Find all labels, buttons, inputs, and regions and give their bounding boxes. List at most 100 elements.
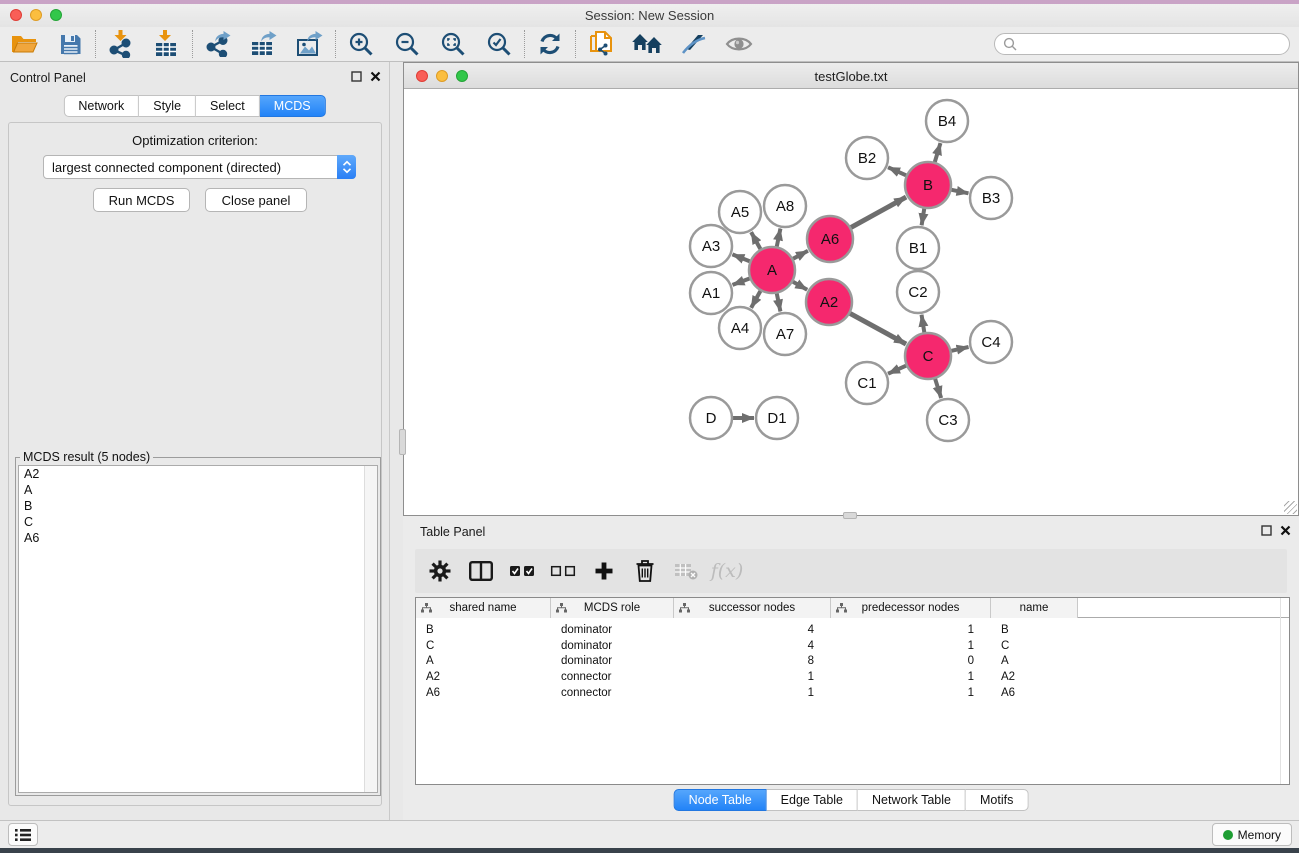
tab-select[interactable]: Select (196, 95, 260, 117)
table-cell[interactable]: 1 (831, 671, 991, 683)
table-cell[interactable]: dominator (551, 655, 674, 667)
splitter-handle-bottom[interactable] (843, 512, 857, 519)
graph-edge-C-C3[interactable] (935, 379, 941, 398)
table-cell[interactable]: A (416, 655, 551, 667)
table-cell[interactable]: connector (551, 671, 674, 683)
graph-edge-A-A4[interactable] (751, 291, 760, 308)
graph-node-C1[interactable]: C1 (846, 362, 888, 404)
close-panel-icon[interactable] (370, 71, 381, 82)
graph-node-A4[interactable]: A4 (719, 307, 761, 349)
export-image-button[interactable] (294, 29, 326, 59)
graph-node-C3[interactable]: C3 (927, 399, 969, 441)
splitter-handle-left[interactable] (399, 429, 406, 455)
graph-edge-A-A6[interactable] (793, 251, 808, 259)
graph-edge-A-A2[interactable] (793, 282, 807, 290)
graph-edge-C-C1[interactable] (888, 366, 906, 374)
table-cell[interactable]: connector (551, 687, 674, 699)
zoom-selected-button[interactable] (483, 29, 515, 59)
graph-edge-A-A8[interactable] (777, 229, 781, 247)
column-header-MCDS-role[interactable]: MCDS role (551, 598, 674, 618)
graph-edge-A-A3[interactable] (732, 254, 749, 261)
graph-edge-C-C2[interactable] (922, 315, 925, 333)
network-canvas[interactable]: B4B2BB3A5A8A6B1A3AA1C2A2A4A7C4CC1C3DD1 (404, 89, 1298, 515)
column-header-successor-nodes[interactable]: successor nodes (674, 598, 831, 618)
task-history-button[interactable] (8, 823, 38, 846)
graph-node-A6[interactable]: A6 (807, 216, 853, 262)
tab-motifs[interactable]: Motifs (966, 789, 1028, 811)
table-cell[interactable]: 1 (831, 640, 991, 652)
tab-edge-table[interactable]: Edge Table (767, 789, 858, 811)
graph-edge-B-B1[interactable] (922, 209, 925, 226)
table-row-B[interactable]: Bdominator41B (416, 622, 1289, 638)
close-table-panel-icon[interactable] (1280, 525, 1291, 536)
open-session-button[interactable] (8, 29, 40, 59)
table-cell[interactable]: 0 (831, 655, 991, 667)
table-scrollbar[interactable] (1280, 598, 1289, 784)
list-scrollbar[interactable] (364, 466, 377, 792)
save-session-button[interactable] (54, 29, 86, 59)
graph-edge-A-A7[interactable] (777, 294, 781, 312)
graph-node-B2[interactable]: B2 (846, 137, 888, 179)
graph-node-A[interactable]: A (749, 247, 795, 293)
tab-mcds[interactable]: MCDS (260, 95, 326, 117)
deselect-all-button[interactable] (550, 556, 576, 586)
home-button[interactable] (631, 29, 663, 59)
graph-edge-A6-B[interactable] (851, 197, 906, 227)
graph-node-C4[interactable]: C4 (970, 321, 1012, 363)
table-cell[interactable]: dominator (551, 624, 674, 636)
search-input[interactable] (1022, 35, 1289, 53)
graph-node-B[interactable]: B (905, 162, 951, 208)
export-table-button[interactable] (248, 29, 280, 59)
column-header-shared-name[interactable]: shared name (416, 598, 551, 618)
graph-node-C2[interactable]: C2 (897, 271, 939, 313)
resize-grip-icon[interactable] (1284, 501, 1297, 514)
graph-node-A7[interactable]: A7 (764, 313, 806, 355)
table-cell[interactable]: A2 (991, 671, 1078, 683)
memory-button[interactable]: Memory (1212, 823, 1292, 846)
table-row-C[interactable]: Cdominator41C (416, 638, 1289, 654)
graph-node-C[interactable]: C (905, 333, 951, 379)
column-header-predecessor-nodes[interactable]: predecessor nodes (831, 598, 991, 618)
table-cell[interactable]: B (416, 624, 551, 636)
graph-edge-C-C4[interactable] (951, 347, 968, 351)
tab-node-table[interactable]: Node Table (674, 789, 767, 811)
column-header-name[interactable]: name (991, 598, 1078, 618)
clone-network-button[interactable] (585, 29, 617, 59)
table-cell[interactable]: A2 (416, 671, 551, 683)
zoom-fit-button[interactable] (437, 29, 469, 59)
graph-node-A5[interactable]: A5 (719, 191, 761, 233)
table-cell[interactable]: B (991, 624, 1078, 636)
table-cell[interactable]: 4 (674, 624, 831, 636)
search-field[interactable] (994, 33, 1290, 55)
delete-row-button[interactable] (632, 556, 658, 586)
tab-network-table[interactable]: Network Table (858, 789, 966, 811)
run-mcds-button[interactable]: Run MCDS (93, 188, 190, 212)
tab-network[interactable]: Network (63, 95, 139, 117)
mcds-result-item[interactable]: B (19, 498, 377, 514)
graph-node-A3[interactable]: A3 (690, 225, 732, 267)
graph-node-A2[interactable]: A2 (806, 279, 852, 325)
table-cell[interactable]: 1 (674, 687, 831, 699)
table-cell[interactable]: 1 (831, 687, 991, 699)
table-cell[interactable]: A6 (991, 687, 1078, 699)
graph-node-A1[interactable]: A1 (690, 272, 732, 314)
export-network-button[interactable] (202, 29, 234, 59)
table-row-A2[interactable]: A2connector11A2 (416, 669, 1289, 685)
optimization-criterion-select[interactable]: largest connected component (directed) (43, 155, 356, 179)
mcds-result-item[interactable]: A (19, 482, 377, 498)
table-cell[interactable]: 1 (674, 671, 831, 683)
graph-node-B3[interactable]: B3 (970, 177, 1012, 219)
show-details-button[interactable] (723, 29, 755, 59)
graph-edge-A-A1[interactable] (733, 278, 750, 284)
table-cell[interactable]: dominator (551, 640, 674, 652)
float-panel-icon[interactable] (351, 71, 362, 82)
close-panel-button[interactable]: Close panel (205, 188, 307, 212)
graph-edge-A-A5[interactable] (751, 232, 760, 249)
select-all-button[interactable] (509, 556, 535, 586)
graph-node-B1[interactable]: B1 (897, 227, 939, 269)
table-cell[interactable]: A6 (416, 687, 551, 699)
graph-node-D[interactable]: D (690, 397, 732, 439)
float-table-panel-icon[interactable] (1261, 525, 1272, 536)
table-cell[interactable]: A (991, 655, 1078, 667)
graph-edge-B-B2[interactable] (888, 167, 906, 175)
